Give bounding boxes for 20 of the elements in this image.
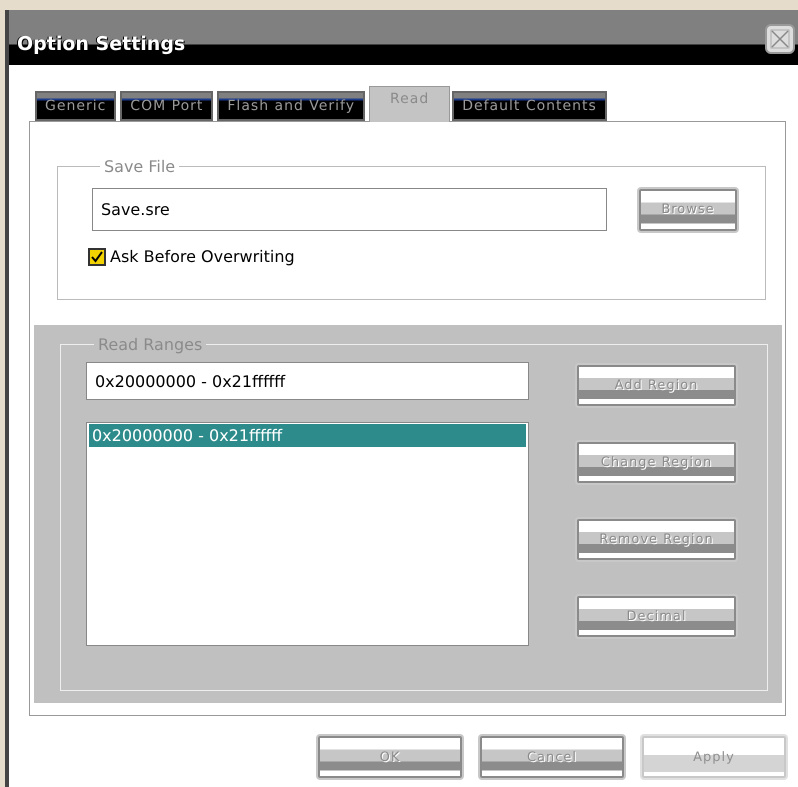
tab[interactable]: Read	[369, 86, 450, 122]
range-field[interactable]: 0x20000000 - 0x21ffffff	[86, 362, 529, 400]
tab[interactable]: Flash and Verify	[217, 91, 366, 121]
dialog-button[interactable]: OK	[318, 736, 462, 778]
tab[interactable]: Generic	[35, 91, 116, 121]
browse-button[interactable]: Browse	[639, 188, 737, 230]
list-item[interactable]: 0x20000000 - 0x21ffffff	[89, 424, 526, 447]
file-name-field[interactable]: Save.sre	[92, 188, 607, 231]
checkbox-label: Ask Before Overwriting	[110, 247, 295, 266]
region-button[interactable]: Decimal	[577, 596, 736, 637]
close-icon[interactable]	[765, 24, 795, 54]
checkbox[interactable]	[88, 248, 106, 266]
window-title: Option Settings	[17, 32, 186, 56]
dialog-button[interactable]: Cancel	[480, 736, 624, 778]
region-button[interactable]: Change Region	[577, 442, 736, 483]
region-button[interactable]: Remove Region	[577, 519, 736, 560]
tab[interactable]: Default Contents	[452, 91, 607, 121]
tab[interactable]: COM Port	[120, 91, 214, 121]
group-label: Save File	[103, 157, 176, 176]
region-button[interactable]: Add Region	[577, 365, 736, 406]
